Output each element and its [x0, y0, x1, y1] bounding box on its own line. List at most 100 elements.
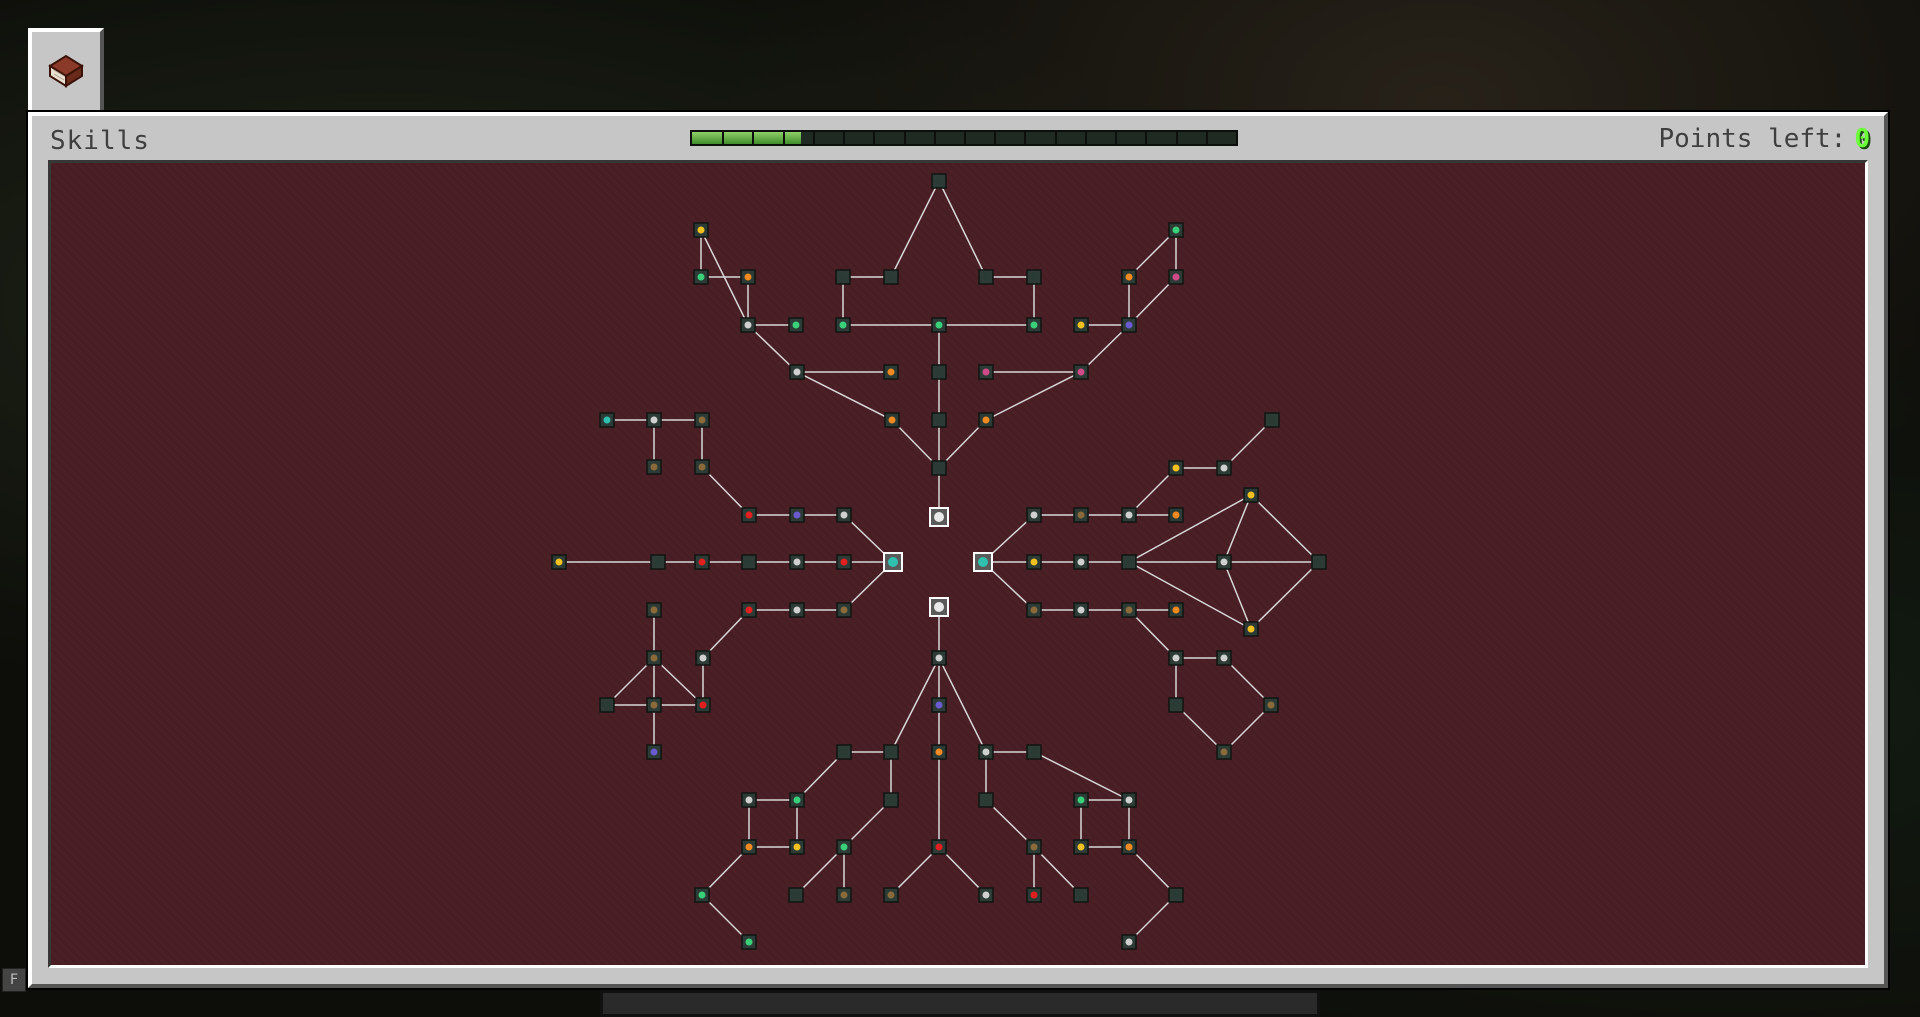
skill-node-t12[interactable]	[978, 412, 994, 428]
skill-node-t10[interactable]	[931, 460, 947, 476]
skill-node-l10[interactable]	[646, 412, 662, 428]
skill-node-t9[interactable]	[931, 412, 947, 428]
skill-node-l7[interactable]	[789, 507, 805, 523]
skill-node-b8[interactable]	[978, 744, 994, 760]
skill-node-t4[interactable]	[1026, 269, 1042, 285]
skill-node-t0[interactable]	[931, 173, 947, 189]
skill-node-b4[interactable]	[883, 887, 899, 903]
skill-node-r17[interactable]	[1168, 602, 1184, 618]
skill-node-l8[interactable]	[836, 507, 852, 523]
skill-node-l2[interactable]	[694, 554, 710, 570]
skill-node-r1[interactable]	[1073, 554, 1089, 570]
skill-node-r6[interactable]	[1073, 507, 1089, 523]
skill-node-t21[interactable]	[788, 317, 804, 333]
skill-node-r10[interactable]	[1216, 460, 1232, 476]
skill-node-c-left[interactable]	[883, 552, 903, 572]
skill-node-b11[interactable]	[978, 792, 994, 808]
skill-node-l13[interactable]	[694, 459, 710, 475]
skill-node-b14[interactable]	[836, 887, 852, 903]
skill-node-t17[interactable]	[693, 222, 709, 238]
skill-node-r18[interactable]	[1168, 650, 1184, 666]
skill-node-l9[interactable]	[599, 412, 615, 428]
skill-node-r12[interactable]	[1243, 487, 1259, 503]
skill-node-t11[interactable]	[884, 412, 900, 428]
skill-node-b17[interactable]	[1073, 887, 1089, 903]
skill-node-b21[interactable]	[789, 839, 805, 855]
skill-node-l11[interactable]	[694, 412, 710, 428]
skill-node-b12[interactable]	[836, 839, 852, 855]
skill-node-r20[interactable]	[1168, 697, 1184, 713]
skill-node-r3[interactable]	[1216, 554, 1232, 570]
skill-node-b16[interactable]	[1026, 887, 1042, 903]
skill-node-t5[interactable]	[835, 317, 851, 333]
skill-node-t7[interactable]	[1026, 317, 1042, 333]
skill-node-t1[interactable]	[835, 269, 851, 285]
skill-node-t6[interactable]	[931, 317, 947, 333]
skill-node-b1[interactable]	[931, 697, 947, 713]
skill-node-b15[interactable]	[1026, 839, 1042, 855]
skill-node-r14[interactable]	[1026, 602, 1042, 618]
skill-node-t13[interactable]	[789, 364, 805, 380]
skill-node-b0[interactable]	[931, 650, 947, 666]
skill-node-b29[interactable]	[1121, 934, 1137, 950]
skill-node-t18[interactable]	[693, 269, 709, 285]
skill-node-r21[interactable]	[1263, 697, 1279, 713]
skill-node-r22[interactable]	[1216, 744, 1232, 760]
skill-node-r0[interactable]	[1026, 554, 1042, 570]
skill-node-r8[interactable]	[1168, 507, 1184, 523]
skill-node-b25[interactable]	[1121, 792, 1137, 808]
skill-node-l17[interactable]	[646, 602, 662, 618]
skill-node-b2[interactable]	[931, 744, 947, 760]
skill-node-b22[interactable]	[694, 887, 710, 903]
skill-node-l14[interactable]	[741, 602, 757, 618]
skill-node-r11[interactable]	[1264, 412, 1280, 428]
skill-node-l16[interactable]	[836, 602, 852, 618]
skill-node-l22[interactable]	[695, 697, 711, 713]
skill-node-t15[interactable]	[978, 364, 994, 380]
skill-node-b26[interactable]	[1073, 839, 1089, 855]
skill-node-r5[interactable]	[1026, 507, 1042, 523]
skill-node-l5[interactable]	[836, 554, 852, 570]
skill-node-r2[interactable]	[1121, 554, 1137, 570]
skill-tree-canvas[interactable]	[48, 160, 1868, 968]
skill-node-l21[interactable]	[646, 697, 662, 713]
skill-node-c-bot[interactable]	[929, 597, 949, 617]
skill-node-b20[interactable]	[741, 839, 757, 855]
skill-node-t25[interactable]	[1121, 317, 1137, 333]
skill-node-b19[interactable]	[789, 792, 805, 808]
skill-node-b7[interactable]	[883, 744, 899, 760]
skill-node-l15[interactable]	[789, 602, 805, 618]
skill-node-l12[interactable]	[646, 459, 662, 475]
skill-node-t20[interactable]	[740, 317, 756, 333]
skill-node-r4[interactable]	[1311, 554, 1327, 570]
skill-node-r7[interactable]	[1121, 507, 1137, 523]
skill-node-t23[interactable]	[1168, 269, 1184, 285]
skill-node-t22[interactable]	[1168, 222, 1184, 238]
skill-node-r13[interactable]	[1243, 621, 1259, 637]
skill-node-l3[interactable]	[741, 554, 757, 570]
skill-node-r9[interactable]	[1168, 460, 1184, 476]
skill-node-r15[interactable]	[1073, 602, 1089, 618]
skill-node-t3[interactable]	[978, 269, 994, 285]
skill-node-t26[interactable]	[1073, 317, 1089, 333]
skill-node-l18[interactable]	[646, 650, 662, 666]
skill-node-l0[interactable]	[551, 554, 567, 570]
skill-node-b18[interactable]	[741, 792, 757, 808]
skill-node-r19[interactable]	[1216, 650, 1232, 666]
skill-node-l4[interactable]	[789, 554, 805, 570]
skill-node-b27[interactable]	[1121, 839, 1137, 855]
skill-node-t2[interactable]	[883, 269, 899, 285]
skill-node-b5[interactable]	[978, 887, 994, 903]
skill-node-b24[interactable]	[1073, 792, 1089, 808]
skill-node-b6[interactable]	[836, 744, 852, 760]
skill-node-b9[interactable]	[1026, 744, 1042, 760]
skill-node-l23[interactable]	[646, 744, 662, 760]
skill-node-t8[interactable]	[931, 364, 947, 380]
skill-node-t19[interactable]	[740, 269, 756, 285]
skill-node-c-top[interactable]	[929, 507, 949, 527]
skill-node-t16[interactable]	[1073, 364, 1089, 380]
skill-node-b28[interactable]	[1168, 887, 1184, 903]
skill-node-b13[interactable]	[788, 887, 804, 903]
skill-node-l6[interactable]	[741, 507, 757, 523]
skill-node-r16[interactable]	[1121, 602, 1137, 618]
